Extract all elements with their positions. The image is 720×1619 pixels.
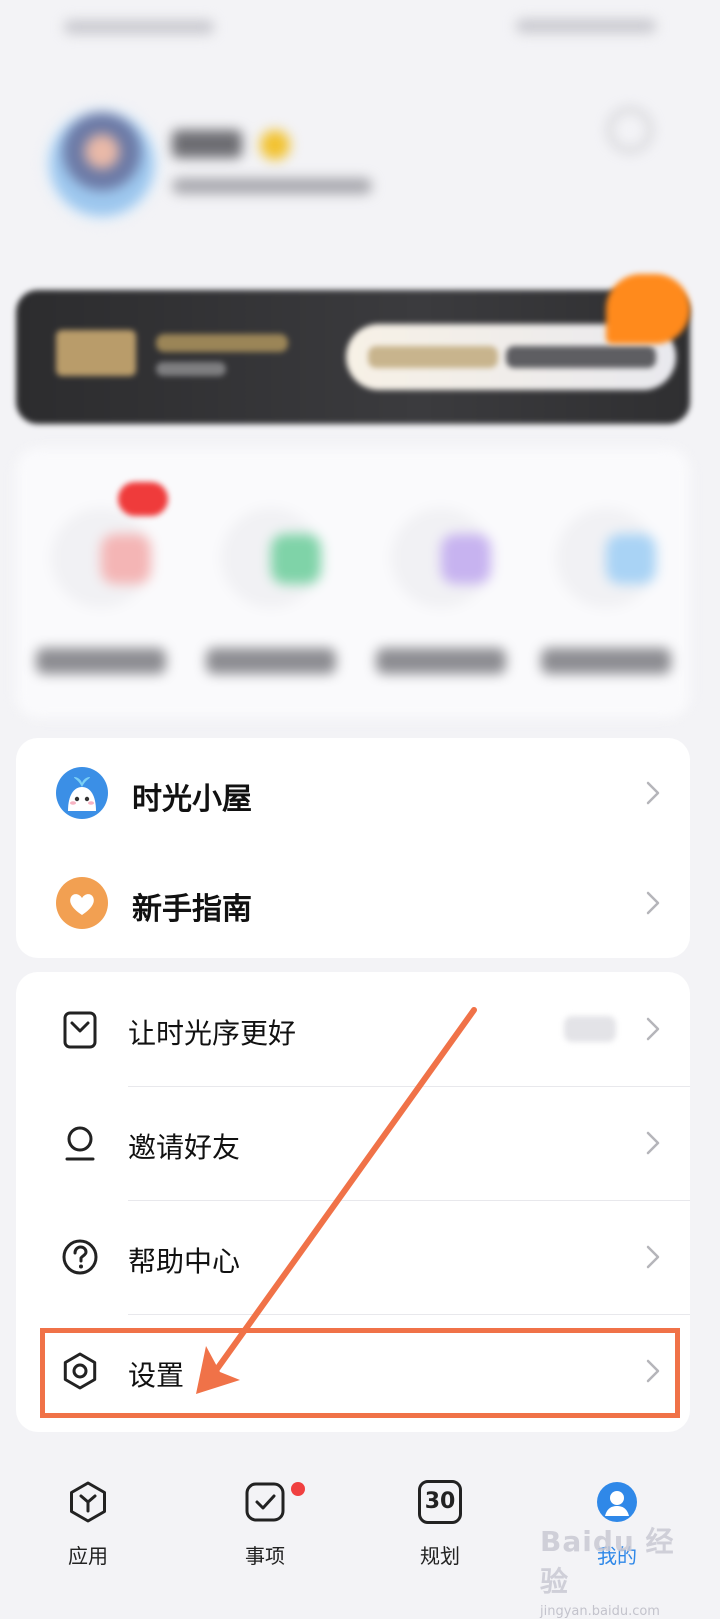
notification-dot bbox=[291, 1482, 305, 1496]
shortcut-item[interactable] bbox=[26, 508, 176, 678]
shortcut-item[interactable] bbox=[531, 508, 681, 678]
status-bar bbox=[0, 0, 720, 60]
menu-item-feedback[interactable]: 让时光序更好 bbox=[16, 972, 690, 1086]
calendar-icon: 30 bbox=[418, 1480, 462, 1524]
nav-tab-label: 规划 bbox=[420, 1544, 460, 1568]
watermark-brand: Baidu 经验 bbox=[540, 1525, 675, 1598]
menu-item-help[interactable]: 帮助中心 bbox=[16, 1200, 690, 1314]
vip-title bbox=[56, 330, 296, 390]
featured-item-time-house[interactable]: 时光小屋 bbox=[16, 738, 690, 848]
watermark: Baidu 经验 jingyan.baidu.com bbox=[540, 1520, 690, 1619]
battery-time-indicator bbox=[516, 18, 656, 36]
shortcut-item[interactable] bbox=[366, 508, 516, 678]
nav-tab-label: 事项 bbox=[245, 1544, 285, 1568]
profile-avatar[interactable] bbox=[50, 112, 154, 216]
watermark-url: jingyan.baidu.com bbox=[540, 1604, 660, 1619]
chevron-right-icon bbox=[644, 1243, 662, 1271]
ghost-mascot-icon bbox=[56, 767, 108, 819]
chevron-right-icon bbox=[644, 1129, 662, 1157]
vip-logo-icon bbox=[56, 330, 136, 376]
checklist-icon bbox=[243, 1480, 287, 1524]
shortcut-item[interactable] bbox=[196, 508, 346, 678]
message-icon[interactable] bbox=[608, 108, 652, 152]
medal-icon bbox=[260, 130, 290, 160]
featured-item-label: 新手指南 bbox=[132, 892, 252, 927]
calendar-day-number: 30 bbox=[418, 1480, 462, 1524]
vip-banner[interactable] bbox=[16, 290, 690, 424]
chevron-right-icon bbox=[644, 889, 662, 917]
featured-item-label: 时光小屋 bbox=[132, 782, 252, 817]
user-icon bbox=[62, 1124, 98, 1164]
featured-card: 时光小屋 新手指南 bbox=[16, 738, 690, 958]
notification-badge bbox=[118, 482, 168, 516]
vip-discount-badge bbox=[606, 274, 690, 344]
menu-item-label: 让时光序更好 bbox=[128, 1017, 297, 1050]
nav-tab-tasks[interactable]: 事项 bbox=[205, 1480, 325, 1590]
help-icon bbox=[61, 1238, 99, 1276]
chevron-right-icon bbox=[644, 779, 662, 807]
nav-tab-label: 应用 bbox=[68, 1544, 108, 1568]
nav-tab-apps[interactable]: 应用 bbox=[28, 1480, 148, 1590]
menu-item-invite[interactable]: 邀请好友 bbox=[16, 1086, 690, 1200]
settings-highlight-box bbox=[40, 1328, 680, 1418]
nav-tab-planning[interactable]: 30 规划 bbox=[380, 1480, 500, 1590]
shortcut-grid bbox=[16, 448, 690, 718]
feedback-icon bbox=[62, 1010, 98, 1050]
featured-item-guide[interactable]: 新手指南 bbox=[16, 848, 690, 958]
avatar-icon bbox=[595, 1480, 639, 1524]
apps-hexagon-icon bbox=[66, 1480, 110, 1524]
carrier-signal-indicator bbox=[64, 16, 264, 38]
profile-signature bbox=[172, 178, 372, 194]
menu-item-hint bbox=[564, 1016, 616, 1042]
menu-item-label: 帮助中心 bbox=[128, 1245, 241, 1278]
menu-item-label: 邀请好友 bbox=[128, 1131, 241, 1164]
heart-icon bbox=[56, 877, 108, 929]
chevron-right-icon bbox=[644, 1015, 662, 1043]
profile-name[interactable] bbox=[172, 130, 292, 166]
